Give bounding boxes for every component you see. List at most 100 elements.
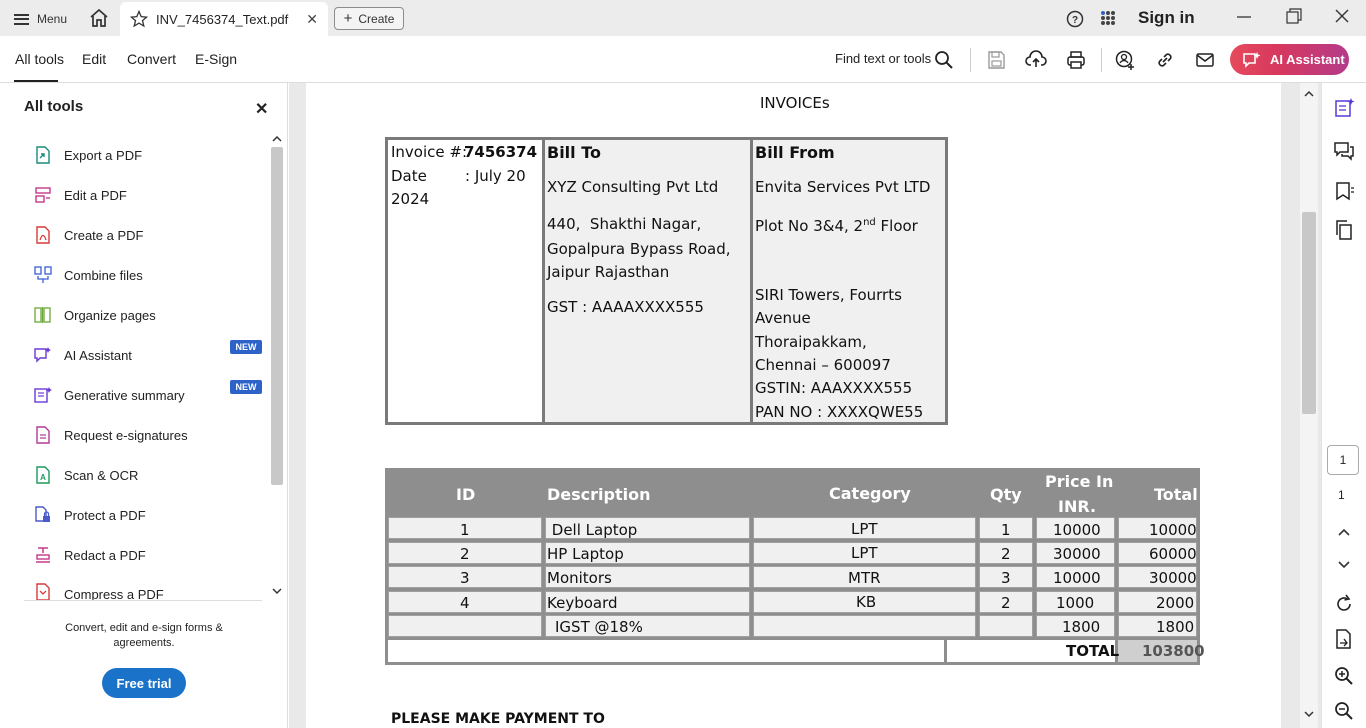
bill-to-address: 440, Shakthi Nagar, — [547, 215, 702, 233]
right-tool-rail — [1321, 83, 1366, 728]
tax-price: 1800 — [1062, 618, 1101, 636]
protect-pdf-icon — [35, 506, 50, 522]
upload-cloud-icon[interactable] — [1025, 49, 1047, 71]
invoice-heading: INVOICEs — [760, 94, 830, 112]
row-category: LPT — [851, 520, 878, 538]
tool-request-e-signatures[interactable]: Request e-signatures — [34, 423, 188, 447]
page-number-input[interactable]: 1 — [1327, 445, 1359, 475]
menu-button[interactable]: Menu — [14, 10, 67, 28]
print-icon[interactable] — [1065, 49, 1087, 71]
sign-in-button[interactable]: Sign in — [1138, 8, 1195, 28]
tax-total: 1800 — [1156, 618, 1195, 636]
ordinal-suffix: nd — [863, 217, 876, 228]
save-icon[interactable] — [985, 49, 1007, 71]
comments-icon[interactable] — [1333, 140, 1355, 162]
header-category: Category — [829, 484, 911, 503]
tool-label: Protect a PDF — [64, 507, 146, 523]
tool-label: Generative summary — [64, 387, 185, 403]
row-qty: 2 — [1001, 594, 1011, 612]
create-label: Create — [358, 11, 395, 26]
table-cell — [388, 640, 944, 662]
tab-e-sign[interactable]: E-Sign — [195, 51, 237, 67]
page-down-icon[interactable] — [1333, 554, 1355, 576]
row-total: 2000 — [1156, 594, 1195, 612]
toolbar-divider — [1101, 48, 1102, 72]
rotate-icon[interactable] — [1333, 593, 1355, 615]
bill-to-name: XYZ Consulting Pvt Ltd — [547, 178, 719, 196]
minimize-icon[interactable] — [1232, 6, 1256, 28]
restore-icon[interactable] — [1281, 6, 1305, 28]
tool-label: Compress a PDF — [64, 587, 164, 601]
find-text-button[interactable]: Find text or tools — [835, 51, 931, 66]
tool-combine-files[interactable]: Combine files — [34, 263, 143, 287]
document-tab[interactable]: INV_7456374_Text.pdf ✕ — [120, 2, 328, 36]
address-part: Plot No 3&4, 2 — [755, 217, 864, 235]
create-button[interactable]: + Create — [334, 7, 404, 30]
link-icon[interactable] — [1154, 49, 1176, 71]
scroll-up-icon[interactable] — [1300, 83, 1318, 103]
tool-ai-assistant[interactable]: AI Assistant — [34, 343, 132, 367]
row-id: 2 — [460, 545, 470, 563]
tool-label: AI Assistant — [64, 347, 132, 363]
bookmarks-icon[interactable] — [1333, 180, 1355, 202]
free-trial-button[interactable]: Free trial — [102, 668, 186, 698]
bill-from-address: Plot No 3&4, 2nd Floor — [755, 217, 918, 235]
help-icon[interactable]: ? — [1066, 10, 1084, 28]
row-total: 10000 — [1149, 521, 1197, 539]
close-tab-icon[interactable]: ✕ — [306, 11, 318, 28]
header-total: Total — [1154, 485, 1198, 504]
header-qty: Qty — [990, 485, 1022, 504]
pdf-page: INVOICEs Invoice #: 7456374 Date : July … — [306, 83, 1281, 728]
search-icon[interactable] — [933, 49, 955, 71]
tool-label: Scan & OCR — [64, 467, 139, 483]
sidebar-scroll-thumb[interactable] — [271, 147, 283, 485]
apps-icon[interactable] — [1100, 10, 1116, 26]
tool-generative-summary[interactable]: Generative summary — [34, 383, 185, 407]
home-icon[interactable] — [88, 8, 110, 28]
tool-scan-ocr[interactable]: A Scan & OCR — [34, 463, 138, 487]
star-icon[interactable] — [130, 10, 148, 28]
page-setup-icon[interactable] — [1333, 628, 1355, 650]
tax-label: IGST @18% — [555, 618, 643, 636]
share-user-icon[interactable] — [1114, 49, 1136, 71]
row-category: LPT — [851, 544, 878, 562]
tool-create-pdf[interactable]: Create a PDF — [34, 223, 143, 247]
tool-compress-pdf[interactable]: Compress a PDF — [34, 583, 164, 601]
row-total: 30000 — [1149, 569, 1197, 587]
zoom-in-icon[interactable] — [1333, 665, 1355, 687]
tab-convert[interactable]: Convert — [127, 51, 176, 67]
zoom-out-icon[interactable] — [1333, 700, 1355, 722]
row-description: HP Laptop — [547, 545, 624, 563]
tab-edit[interactable]: Edit — [82, 51, 106, 67]
row-id: 1 — [460, 521, 470, 539]
row-description: Dell Laptop — [547, 521, 638, 539]
header-price-unit: INR. — [1058, 497, 1097, 516]
tool-protect-pdf[interactable]: Protect a PDF — [34, 503, 146, 527]
ai-assistant-button[interactable]: AI Assistant — [1230, 44, 1349, 75]
panel-title: All tools — [24, 98, 84, 115]
tool-edit-pdf[interactable]: Edit a PDF — [34, 183, 127, 207]
page-total: 1 — [1338, 488, 1345, 502]
document-scroll-thumb[interactable] — [1302, 212, 1316, 414]
ai-summary-icon[interactable] — [1333, 97, 1355, 119]
grand-total-label: TOTAL — [1066, 642, 1120, 660]
page-up-icon[interactable] — [1333, 521, 1355, 543]
tool-redact-pdf[interactable]: Redact a PDF — [34, 543, 146, 567]
invoice-number-label: Invoice #: — [391, 143, 468, 161]
tool-export-pdf[interactable]: Export a PDF — [34, 143, 142, 167]
tool-organize-pages[interactable]: Organize pages — [34, 303, 156, 327]
scan-ocr-icon: A — [36, 466, 50, 484]
row-price: 10000 — [1053, 569, 1101, 587]
row-id: 4 — [460, 594, 470, 612]
menu-label: Menu — [37, 12, 68, 26]
tool-label: Request e-signatures — [64, 427, 188, 443]
header-price: Price In — [1045, 472, 1114, 491]
scroll-down-icon[interactable] — [1300, 705, 1318, 725]
export-pdf-icon — [36, 146, 50, 164]
close-window-icon[interactable] — [1330, 6, 1354, 28]
payment-heading: PLEASE MAKE PAYMENT TO — [391, 711, 605, 727]
close-panel-icon[interactable]: ✕ — [255, 99, 268, 119]
tab-all-tools[interactable]: All tools — [15, 51, 64, 67]
copy-pages-icon[interactable] — [1333, 219, 1355, 241]
email-icon[interactable] — [1194, 49, 1216, 71]
